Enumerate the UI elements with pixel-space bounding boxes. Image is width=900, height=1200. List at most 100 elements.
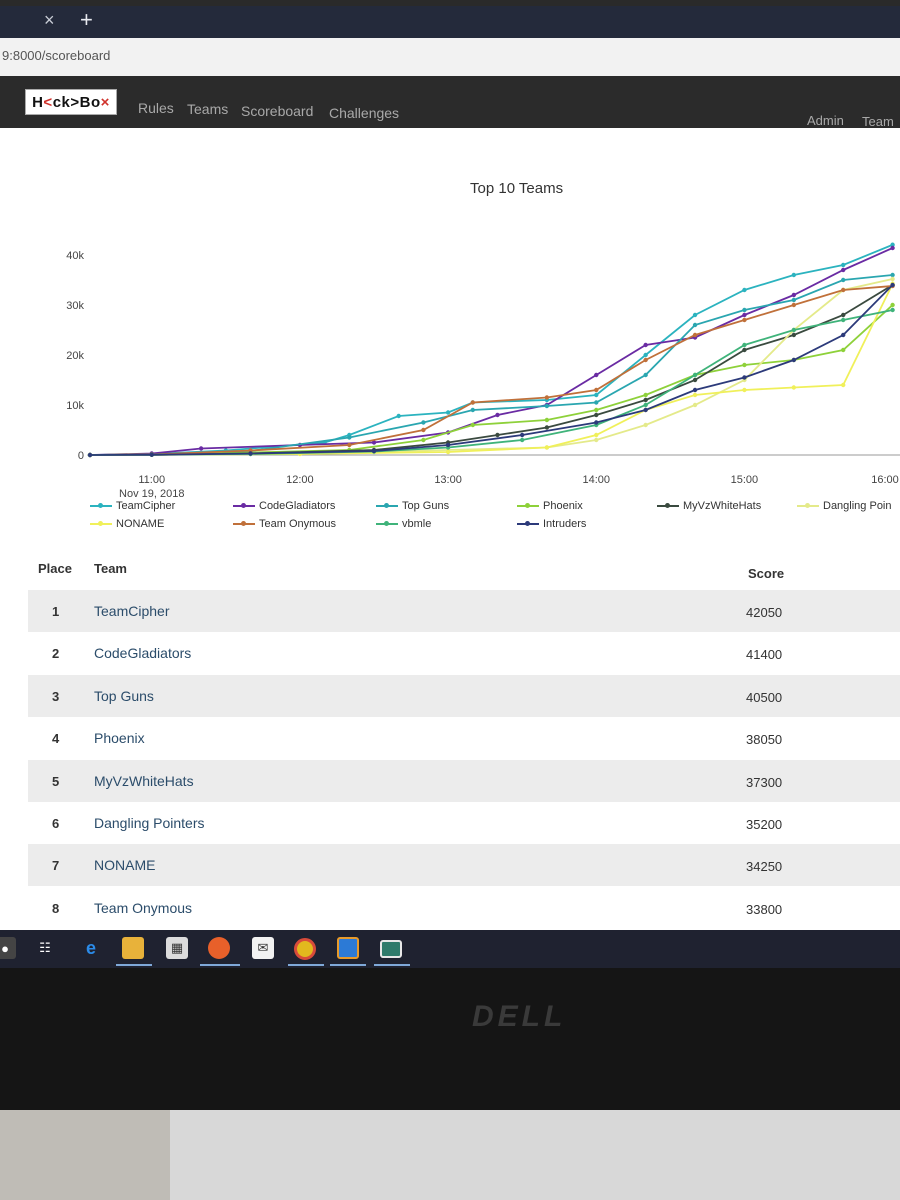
data-point[interactable] (519, 432, 525, 438)
data-point[interactable] (791, 302, 797, 308)
data-point[interactable] (890, 302, 895, 308)
data-point[interactable] (791, 357, 797, 363)
data-point[interactable] (544, 395, 550, 400)
data-point[interactable] (87, 452, 93, 458)
data-point[interactable] (890, 245, 895, 251)
data-point[interactable] (643, 357, 648, 363)
data-point[interactable] (841, 317, 846, 323)
legend-item[interactable]: Team Onymous (233, 518, 336, 530)
legend-item[interactable]: NONAME (90, 518, 164, 530)
data-point[interactable] (643, 352, 648, 358)
data-point[interactable] (791, 332, 797, 338)
data-point[interactable] (692, 402, 698, 408)
data-point[interactable] (692, 387, 698, 393)
data-point[interactable] (692, 312, 698, 318)
data-point[interactable] (643, 402, 648, 408)
file-explorer-icon[interactable] (122, 937, 144, 959)
data-point[interactable] (742, 342, 747, 348)
team-link[interactable]: TeamCipher (94, 603, 169, 619)
microphone-icon[interactable]: ● (0, 937, 16, 959)
data-point[interactable] (544, 425, 550, 430)
data-point[interactable] (841, 332, 846, 338)
data-point[interactable] (890, 272, 895, 278)
legend-item[interactable]: Dangling Poin (797, 500, 892, 512)
team-link[interactable]: NONAME (94, 857, 155, 873)
data-point[interactable] (544, 445, 550, 450)
series-line[interactable] (89, 304, 894, 456)
data-point[interactable] (890, 276, 895, 282)
data-point[interactable] (445, 442, 451, 448)
data-point[interactable] (495, 412, 500, 418)
data-point[interactable] (841, 277, 846, 283)
data-point[interactable] (594, 400, 599, 405)
store-icon[interactable]: ▦ (166, 937, 188, 959)
data-point[interactable] (643, 422, 648, 428)
data-point[interactable] (347, 435, 352, 440)
data-point[interactable] (594, 432, 599, 438)
data-point[interactable] (594, 437, 599, 443)
data-point[interactable] (692, 377, 698, 383)
legend-item[interactable]: Phoenix (517, 500, 583, 512)
hackbox-logo[interactable]: H < ck>Bo × (25, 89, 117, 115)
series-line[interactable] (89, 285, 893, 456)
data-point[interactable] (742, 362, 747, 368)
legend-item[interactable]: Top Guns (376, 500, 449, 512)
app-icon[interactable] (380, 940, 402, 958)
data-point[interactable] (841, 312, 846, 318)
chrome-icon[interactable] (294, 938, 316, 960)
data-point[interactable] (643, 407, 648, 413)
legend-item[interactable]: MyVzWhiteHats (657, 500, 761, 512)
data-point[interactable] (692, 392, 698, 398)
data-point[interactable] (421, 437, 426, 443)
data-point[interactable] (347, 442, 352, 448)
team-link[interactable]: Top Guns (94, 688, 154, 704)
nav-challenges[interactable]: Challenges (329, 105, 399, 121)
new-tab-icon[interactable]: + (80, 7, 93, 33)
mail-icon[interactable]: ✉ (252, 937, 274, 959)
data-point[interactable] (396, 413, 401, 419)
data-point[interactable] (470, 422, 475, 428)
data-point[interactable] (198, 446, 204, 451)
data-point[interactable] (742, 307, 747, 313)
series-line[interactable] (89, 284, 894, 456)
data-point[interactable] (841, 382, 846, 388)
data-point[interactable] (594, 387, 599, 393)
data-point[interactable] (643, 342, 648, 348)
data-point[interactable] (421, 427, 426, 433)
data-point[interactable] (470, 407, 475, 413)
team-link[interactable]: CodeGladiators (94, 645, 191, 661)
nav-scoreboard[interactable]: Scoreboard (241, 103, 313, 119)
data-point[interactable] (445, 449, 451, 455)
nav-admin[interactable]: Admin (807, 113, 844, 128)
url-text[interactable]: 9:8000/scoreboard (2, 48, 110, 63)
data-point[interactable] (421, 420, 426, 425)
data-point[interactable] (594, 372, 599, 378)
legend-item[interactable]: TeamCipher (90, 500, 175, 512)
team-link[interactable]: MyVzWhiteHats (94, 773, 194, 789)
data-point[interactable] (692, 332, 698, 338)
series-line[interactable] (89, 309, 893, 456)
tab-close-icon[interactable]: × (44, 10, 55, 31)
data-point[interactable] (742, 312, 747, 318)
data-point[interactable] (643, 397, 648, 403)
legend-item[interactable]: CodeGladiators (233, 500, 335, 512)
data-point[interactable] (890, 282, 895, 288)
data-point[interactable] (149, 452, 154, 457)
data-point[interactable] (248, 451, 253, 456)
data-point[interactable] (791, 385, 797, 390)
data-point[interactable] (495, 432, 500, 438)
series-line[interactable] (89, 284, 894, 456)
data-point[interactable] (791, 272, 797, 278)
nav-team[interactable]: Team (862, 114, 894, 129)
data-point[interactable] (841, 347, 846, 353)
series-line[interactable] (89, 274, 893, 456)
data-point[interactable] (742, 287, 747, 293)
team-link[interactable]: Team Onymous (94, 900, 192, 916)
data-point[interactable] (519, 437, 525, 443)
data-point[interactable] (544, 403, 550, 409)
data-point[interactable] (594, 392, 599, 398)
firefox-icon[interactable] (208, 937, 230, 959)
data-point[interactable] (890, 307, 895, 313)
data-point[interactable] (470, 400, 475, 405)
data-point[interactable] (643, 372, 648, 378)
